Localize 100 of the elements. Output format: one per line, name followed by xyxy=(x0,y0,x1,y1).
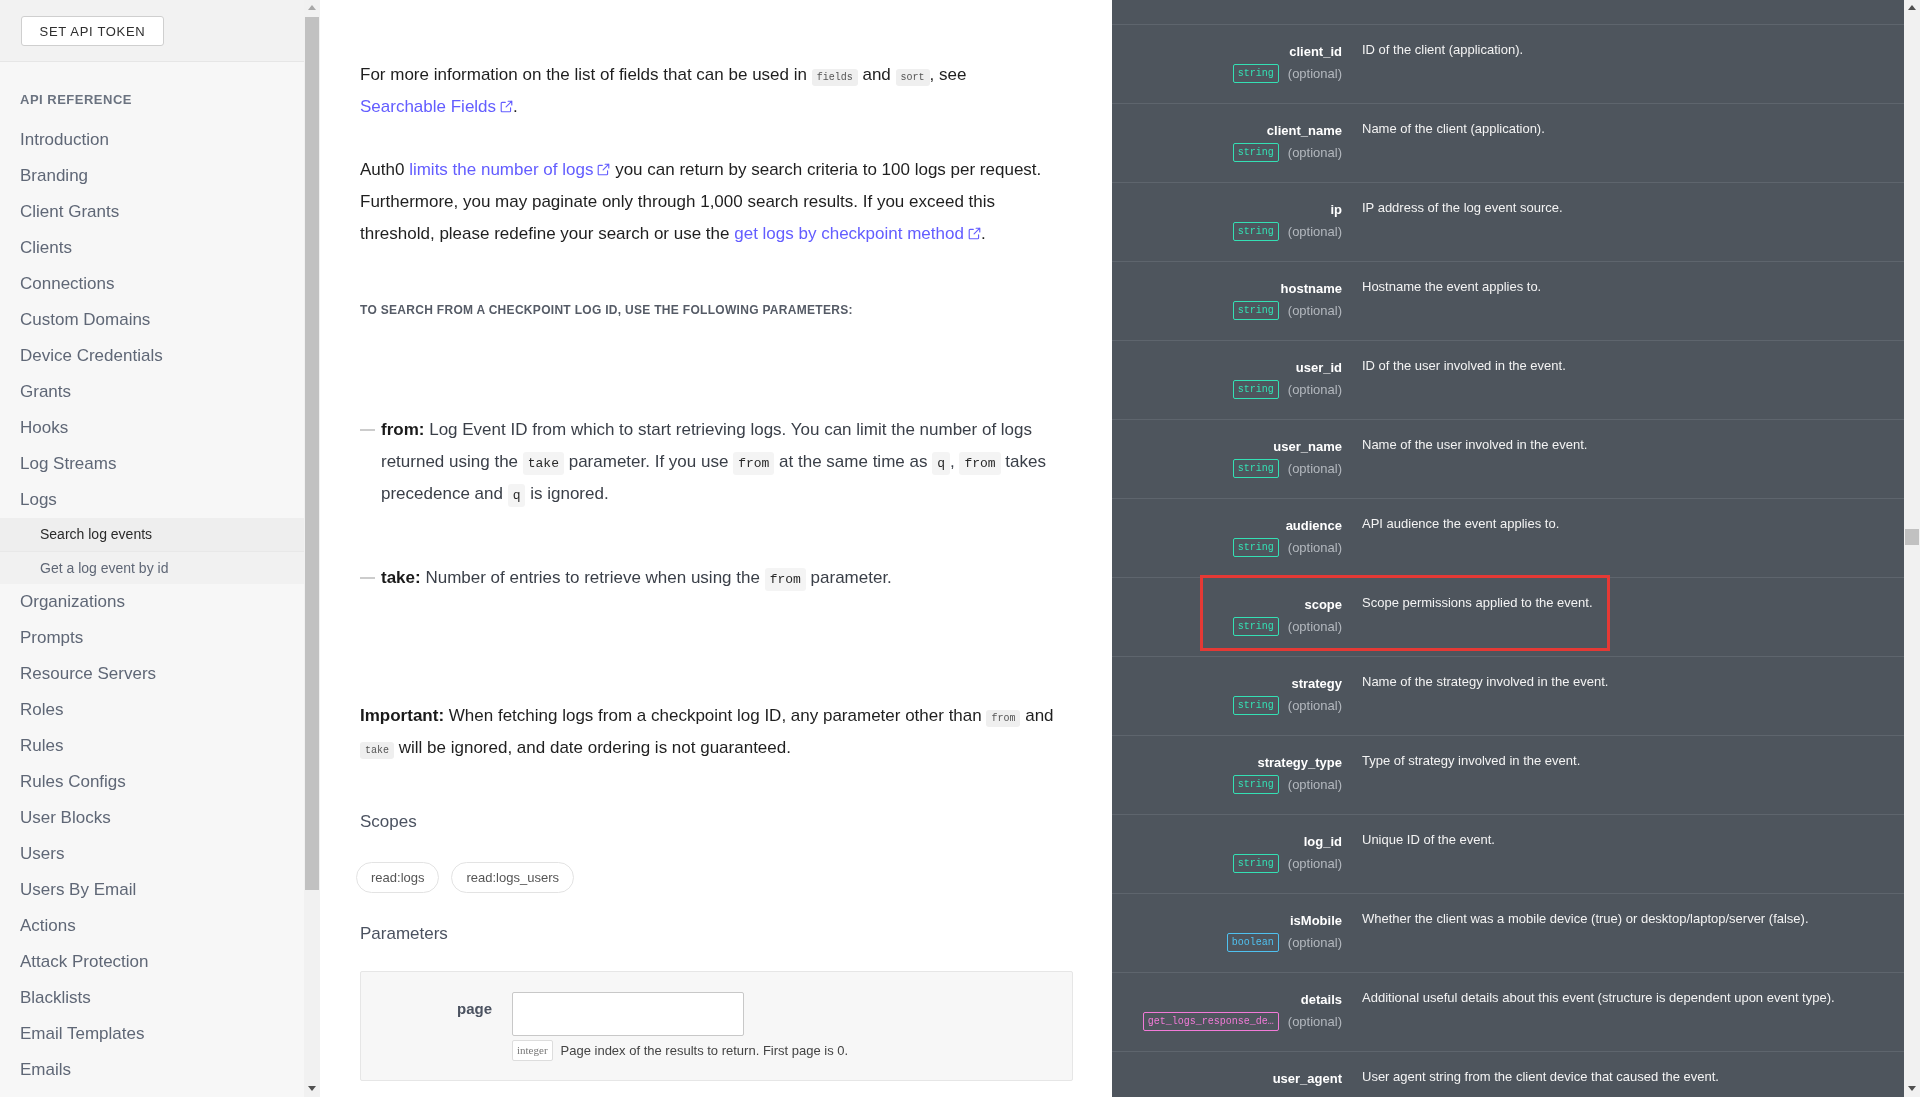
field-description: User agent string from the client device that caused the event. xyxy=(1362,1068,1720,1086)
nav-item[interactable]: Hooks xyxy=(0,410,304,446)
nav-item[interactable]: Rules Configs xyxy=(0,764,304,800)
optional-label: (optional) xyxy=(1287,1014,1342,1029)
scope-tag: read:logs_users xyxy=(451,862,574,893)
field-name: strategy xyxy=(1291,675,1342,693)
optional-label: (optional) xyxy=(1287,461,1342,476)
section-title: Scopes xyxy=(360,811,418,833)
optional-label: (optional) xyxy=(1287,224,1342,239)
nav-item[interactable]: Emails xyxy=(0,1052,304,1088)
field-description: Name of the user involved in the event. xyxy=(1362,436,1589,454)
inline-code: from xyxy=(764,568,806,591)
nav-item[interactable]: Logs xyxy=(0,482,304,518)
api-token-button[interactable]: SET API TOKEN xyxy=(21,16,164,46)
inline-code: q xyxy=(932,452,950,475)
field-description: Hostname the event applies to. xyxy=(1362,278,1543,296)
type-tag: string xyxy=(1232,64,1279,83)
dash-icon xyxy=(360,429,375,431)
nav-item[interactable]: Users By Email xyxy=(0,872,304,908)
scope-tag: read:logs xyxy=(356,862,440,893)
optional-label: (optional) xyxy=(1287,619,1342,634)
nav-item[interactable]: Attack Protection xyxy=(0,944,304,980)
type-tag: string xyxy=(1232,775,1279,794)
external-link-icon xyxy=(597,163,611,176)
field-name: ip xyxy=(1330,201,1342,219)
type-tag: string xyxy=(1232,380,1279,399)
nav-item[interactable]: User Blocks xyxy=(0,800,304,836)
type-tag: string xyxy=(1232,696,1279,715)
nav-item[interactable]: Custom Domains xyxy=(0,302,304,338)
nav-item[interactable]: Email Templates xyxy=(0,1016,304,1052)
optional-label: (optional) xyxy=(1287,856,1342,871)
inline-code: take xyxy=(522,452,564,475)
list-item-text: take: Number of entries to retrieve when using the from parameter. xyxy=(381,562,892,594)
field-name: hostname xyxy=(1280,280,1342,298)
optional-label: (optional) xyxy=(1287,698,1342,713)
nav-item[interactable]: Clients xyxy=(0,230,304,266)
scrollbar[interactable] xyxy=(1904,0,1920,1097)
field-name: user_id xyxy=(1295,359,1342,377)
section-heading: TO SEARCH FROM A CHECKPOINT LOG ID, USE THE FOLLOWING PARAMETERS: xyxy=(360,302,854,319)
type-tag: integer xyxy=(512,1040,553,1061)
field-description: ID of the client (application). xyxy=(1362,41,1525,59)
paragraph-text: Important: When fetching logs from a checkpoint log ID, any parameter other than from and take will be ignored, and date ordering is not guaranteed. xyxy=(360,705,1055,761)
scrollbar[interactable] xyxy=(304,0,320,1097)
optional-label: (optional) xyxy=(1287,145,1342,160)
field-name: client_id xyxy=(1289,43,1342,61)
link[interactable]: get logs by checkpoint method xyxy=(734,224,981,243)
section-title: Parameters xyxy=(360,923,449,945)
field-description: Type of strategy involved in the event. xyxy=(1362,752,1582,770)
field-description: Scope permissions applied to the event. xyxy=(1362,594,1594,612)
inline-code: fields xyxy=(811,69,858,86)
field-name: scope xyxy=(1304,596,1342,614)
input-field[interactable] xyxy=(512,992,744,1036)
optional-label: (optional) xyxy=(1287,777,1342,792)
link[interactable]: limits the number of logs xyxy=(409,160,611,179)
type-tag: string xyxy=(1232,617,1279,636)
nav-item[interactable]: Actions xyxy=(0,908,304,944)
paragraph-text: For more information on the list of fields that can be used in fields and sort , see Searchable Fields . xyxy=(360,64,968,118)
type-tag: string xyxy=(1232,222,1279,241)
field-description: Name of the client (application). xyxy=(1362,120,1546,138)
nav-item[interactable]: Roles xyxy=(0,692,304,728)
nav-item[interactable]: Device Credentials xyxy=(0,338,304,374)
parameter-description: Page index of the results to return. First page is 0. xyxy=(560,1043,849,1058)
list-item-text: from: Log Event ID from which to start retrieving logs. You can limit the number of logs returned using the take parameter. If you use from at the same time as q , from takes precedence and q is ignored. xyxy=(381,414,1066,510)
optional-label: (optional) xyxy=(1287,935,1342,950)
field-name: log_id xyxy=(1303,833,1342,851)
nav-item[interactable]: Blacklists xyxy=(0,980,304,1016)
nav-subitem[interactable]: Search log events xyxy=(0,518,304,551)
field-description: Whether the client was a mobile device (true) or desktop/laptop/server (false). xyxy=(1362,910,1810,928)
nav-subitem[interactable]: Get a log event by id xyxy=(0,551,304,584)
inline-code: from xyxy=(959,452,1001,475)
field-description: Unique ID of the event. xyxy=(1362,831,1496,849)
type-tag: string xyxy=(1232,143,1279,162)
optional-label: (optional) xyxy=(1287,382,1342,397)
field-description: API audience the event applies to. xyxy=(1362,515,1561,533)
field-name: audience xyxy=(1285,517,1342,535)
inline-code: sort xyxy=(895,69,930,86)
nav-item[interactable]: Grants xyxy=(0,374,304,410)
external-link-icon xyxy=(967,227,981,240)
nav-item[interactable]: Log Streams xyxy=(0,446,304,482)
type-tag: string xyxy=(1232,538,1279,557)
paragraph-text: Auth0 limits the number of logs you can return by search criteria to 100 logs per request. Furthermore, you may paginate only through 1,000 search results. If you exceed this threshold, please redefine your search or use the get logs by checkpoint method . xyxy=(360,159,1043,245)
field-name: client_name xyxy=(1266,122,1342,140)
nav-item[interactable]: Connections xyxy=(0,266,304,302)
optional-label: (optional) xyxy=(1287,303,1342,318)
link[interactable]: Searchable Fields xyxy=(360,97,514,116)
nav-item[interactable]: Introduction xyxy=(0,122,304,158)
nav-item[interactable]: Rules xyxy=(0,728,304,764)
field-description: Additional useful details about this event (structure is dependent upon event type). xyxy=(1362,989,1836,1007)
field-description: ID of the user involved in the event. xyxy=(1362,357,1567,375)
nav-item[interactable]: Branding xyxy=(0,158,304,194)
type-tag: string xyxy=(1232,459,1279,478)
nav-item[interactable]: Users xyxy=(0,836,304,872)
nav-item[interactable]: Resource Servers xyxy=(0,656,304,692)
field-name: details xyxy=(1300,991,1342,1009)
type-tag: get_logs_response_de… xyxy=(1142,1012,1279,1031)
nav-item[interactable]: Organizations xyxy=(0,584,304,620)
nav-item[interactable]: Prompts xyxy=(0,620,304,656)
inline-code: from xyxy=(733,452,775,475)
nav-item[interactable]: Client Grants xyxy=(0,194,304,230)
field-description: Name of the strategy involved in the event. xyxy=(1362,673,1610,691)
